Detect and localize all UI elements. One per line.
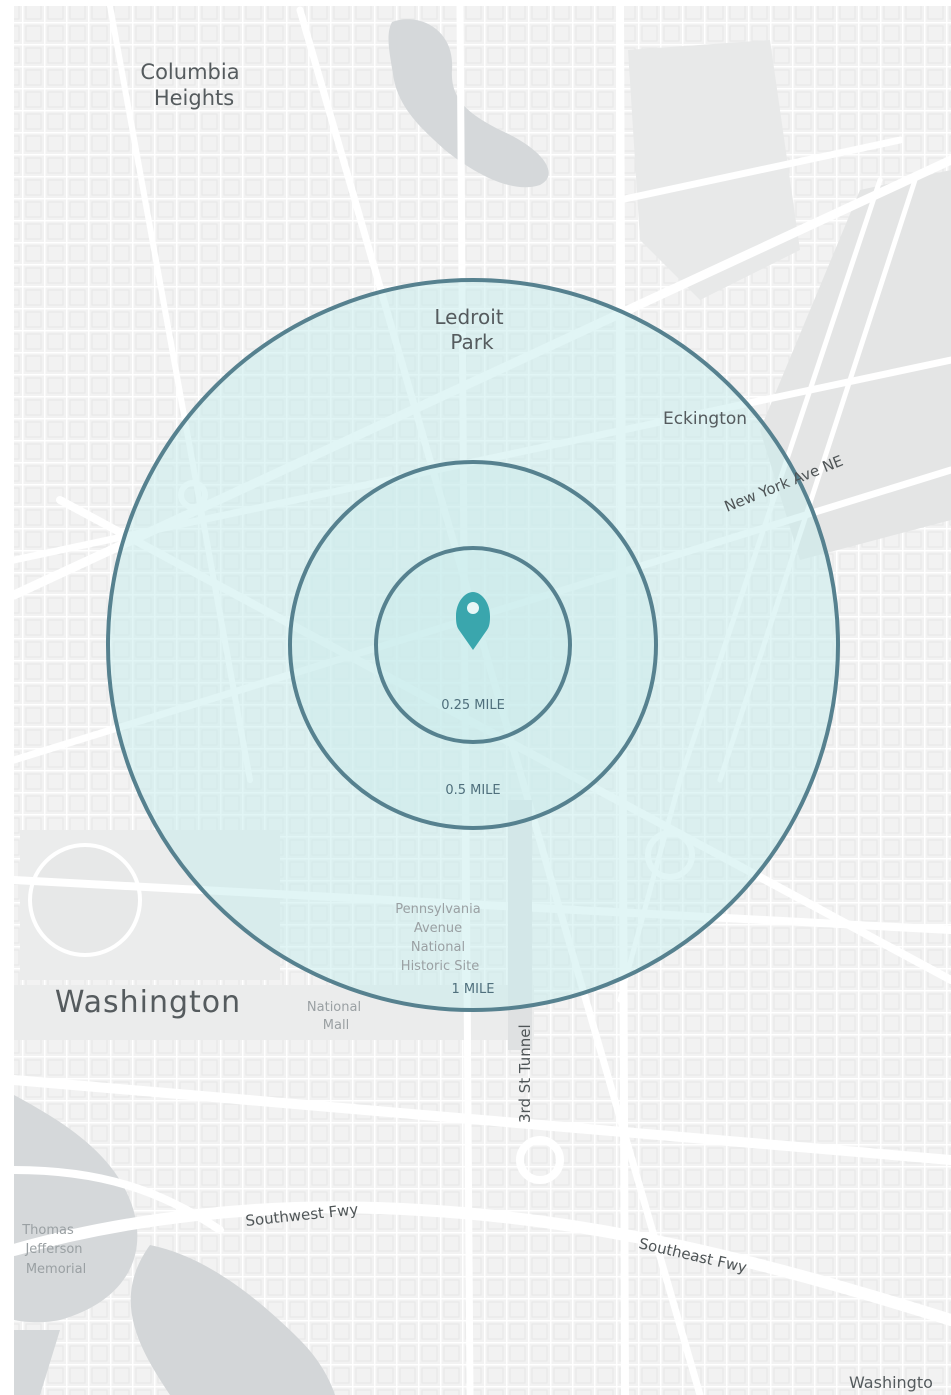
road-label-3rd-st-tunnel: 3rd St Tunnel	[516, 1024, 534, 1123]
place-label-eckington: Eckington	[663, 409, 747, 429]
svg-text:Pennsylvania: Pennsylvania	[395, 902, 480, 917]
svg-text:Memorial: Memorial	[26, 1262, 86, 1277]
ring-label-0.5: 0.5 MILE	[445, 783, 500, 798]
svg-text:National: National	[307, 1000, 361, 1015]
map-frame-top	[0, 0, 951, 6]
svg-text:Heights: Heights	[154, 86, 234, 110]
ring-label-0.25: 0.25 MILE	[441, 698, 505, 713]
place-label-washington-corner: Washingto	[849, 1373, 933, 1392]
svg-text:Columbia: Columbia	[140, 60, 239, 84]
svg-text:Mall: Mall	[323, 1018, 349, 1033]
svg-text:National: National	[411, 940, 465, 955]
svg-text:Historic Site: Historic Site	[401, 959, 479, 974]
svg-text:Ledroit: Ledroit	[434, 305, 503, 329]
svg-text:Park: Park	[450, 330, 494, 354]
svg-text:Avenue: Avenue	[414, 921, 462, 936]
svg-text:Jefferson: Jefferson	[24, 1242, 82, 1257]
svg-text:Thomas: Thomas	[21, 1223, 74, 1238]
place-label-washington: Washington	[55, 985, 241, 1020]
ring-label-1: 1 MILE	[452, 982, 495, 997]
map[interactable]: 0.25 MILE 0.5 MILE 1 MILE Columbia Heigh…	[0, 0, 951, 1395]
ellipse-park	[28, 843, 142, 957]
map-frame	[0, 0, 14, 1395]
